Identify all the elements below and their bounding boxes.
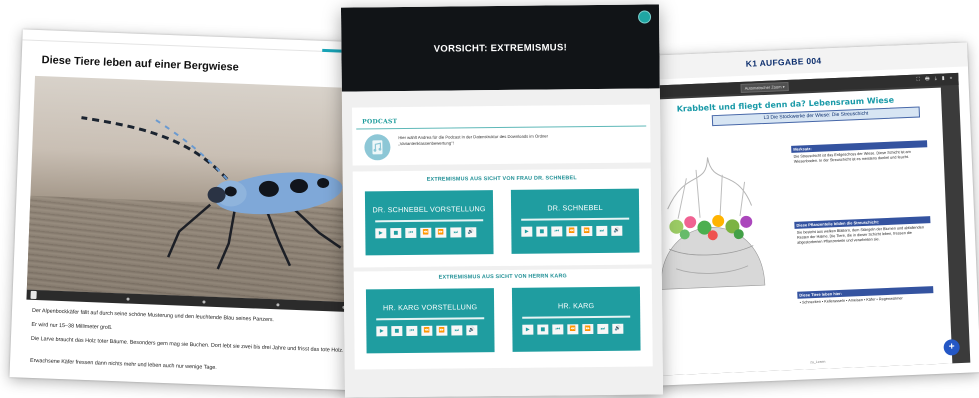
- menu-icon[interactable]: [638, 10, 652, 24]
- progress-marker: [202, 300, 206, 304]
- print-icon[interactable]: 🖶: [925, 76, 930, 84]
- audio-player: HR. KARG ▶ ■ ⏮ ⏪ ⏩ ⏭ 🔊: [511, 286, 641, 352]
- skip-forward-icon[interactable]: ⏭: [450, 227, 462, 238]
- info-box-merksatz: Merksatz: Die Streuschicht ist das Erdge…: [791, 140, 928, 167]
- fast-forward-icon[interactable]: ⏩: [581, 226, 593, 237]
- info-box-tiere: Diese Tiere leben hier: • Schnecken • Ke…: [797, 286, 934, 308]
- podcast-label: PODCAST: [362, 118, 398, 126]
- audio-player: DR. SCHNEBEL ▶ ■ ⏮ ⏪ ⏩ ⏭ 🔊: [510, 188, 640, 254]
- stop-icon[interactable]: ■: [391, 326, 403, 337]
- player-controls: ▶ ■ ⏮ ⏪ ⏩ ⏭ 🔊: [376, 325, 478, 337]
- podcast-description: Hier wählt Andrea für die Podcast in der…: [398, 133, 549, 147]
- player-controls: ▶ ■ ⏮ ⏪ ⏩ ⏭ 🔊: [522, 323, 624, 335]
- fast-forward-icon[interactable]: ⏩: [435, 227, 447, 238]
- page-footer: zu_Lesen: [810, 359, 826, 365]
- volume-icon[interactable]: 🔊: [466, 325, 478, 336]
- skip-forward-icon[interactable]: ⏭: [596, 225, 608, 237]
- volume-icon[interactable]: 🔊: [612, 323, 624, 334]
- stop-icon[interactable]: ■: [390, 228, 402, 239]
- fast-forward-icon[interactable]: ⏩: [436, 325, 448, 336]
- play-icon[interactable]: ▶: [521, 226, 533, 237]
- player-controls: ▶ ■ ⏮ ⏪ ⏩ ⏭ 🔊: [375, 227, 477, 239]
- player-progress[interactable]: [376, 317, 485, 321]
- stop-icon[interactable]: ■: [536, 226, 548, 237]
- skip-forward-icon[interactable]: ⏭: [451, 325, 463, 336]
- progress-knob[interactable]: [30, 290, 37, 300]
- skip-back-icon[interactable]: ⏮: [552, 324, 564, 335]
- bookmark-icon[interactable]: ▮: [942, 75, 945, 83]
- player-title: HR. KARG: [557, 301, 595, 311]
- player-progress[interactable]: [522, 315, 631, 319]
- audio-player: HR. KARG VORSTELLUNG ▶ ■ ⏮ ⏪ ⏩ ⏭ 🔊: [365, 288, 495, 354]
- add-button[interactable]: +: [943, 339, 961, 356]
- extremism-podcast-card: VORSICHT: EXTREMISMUS! PODCAST Hier wähl…: [340, 4, 664, 398]
- volume-icon[interactable]: 🔊: [611, 225, 623, 236]
- zoom-select[interactable]: Automatischer Zoom ▾: [740, 81, 789, 93]
- play-icon[interactable]: ▶: [522, 324, 534, 335]
- skip-forward-icon[interactable]: ⏭: [597, 323, 609, 335]
- hero-banner: VORSICHT: EXTREMISMUS!: [340, 4, 660, 92]
- player-title: DR. SCHNEBEL VORSTELLUNG: [372, 204, 486, 215]
- fast-forward-icon[interactable]: ⏩: [582, 324, 594, 335]
- banner-title: VORSICHT: EXTREMISMUS!: [433, 42, 568, 55]
- lesson-paragraph: Erwachsene Käfer fressen dann nichts meh…: [29, 357, 217, 372]
- rosalia-beetle-image: [81, 116, 343, 270]
- meadow-illustration: [660, 157, 766, 290]
- rewind-icon[interactable]: ⏪: [420, 227, 432, 238]
- progress-marker: [276, 303, 280, 307]
- toolbar-icons: ⛶ 🖶 ⤓ ▮ »: [916, 75, 952, 85]
- progress-marker: [126, 297, 130, 301]
- player-progress[interactable]: [521, 217, 630, 221]
- volume-icon[interactable]: 🔊: [465, 227, 477, 238]
- audio-player: DR. SCHNEBEL VORSTELLUNG ▶ ■ ⏮ ⏪ ⏩ ⏭ 🔊: [364, 190, 494, 256]
- player-progress[interactable]: [375, 219, 484, 223]
- beetle-photo: [26, 75, 361, 303]
- lesson-title: Diese Tiere leben auf einer Bergwiese: [41, 54, 240, 74]
- skip-back-icon[interactable]: ⏮: [406, 325, 418, 337]
- stop-icon[interactable]: ■: [537, 324, 549, 335]
- card-top-bar: [22, 29, 377, 54]
- skip-back-icon[interactable]: ⏮: [551, 226, 563, 237]
- audio-file-icon: [364, 134, 391, 161]
- beetle-lesson-card: Diese Tiere leben auf einer Bergwiese De…: [9, 29, 377, 391]
- fullscreen-icon[interactable]: ⛶: [916, 76, 920, 84]
- player-title: DR. SCHNEBEL: [547, 202, 603, 213]
- pdf-page: Krabbelt und fliegt denn da? Lebensraum …: [629, 87, 953, 377]
- download-icon[interactable]: ⤓: [935, 76, 938, 84]
- more-tools-icon[interactable]: »: [950, 75, 953, 83]
- info-box-pflanzenteile: Diese Pflanzenteile bilden die Streuschi…: [794, 216, 931, 248]
- rewind-icon[interactable]: ⏪: [566, 226, 578, 237]
- rewind-icon[interactable]: ⏪: [421, 325, 433, 336]
- player-controls: ▶ ■ ⏮ ⏪ ⏩ ⏭ 🔊: [521, 225, 623, 237]
- play-icon[interactable]: ▶: [376, 326, 388, 337]
- skip-back-icon[interactable]: ⏮: [405, 227, 417, 239]
- rewind-icon[interactable]: ⏪: [567, 324, 579, 335]
- player-title: HR. KARG VORSTELLUNG: [382, 302, 478, 313]
- pdf-viewer: ▤ 1 von 1 Automatischer Zoom ▾ ⛶ 🖶 ⤓ ▮ »…: [610, 72, 971, 378]
- play-icon[interactable]: ▶: [375, 228, 387, 239]
